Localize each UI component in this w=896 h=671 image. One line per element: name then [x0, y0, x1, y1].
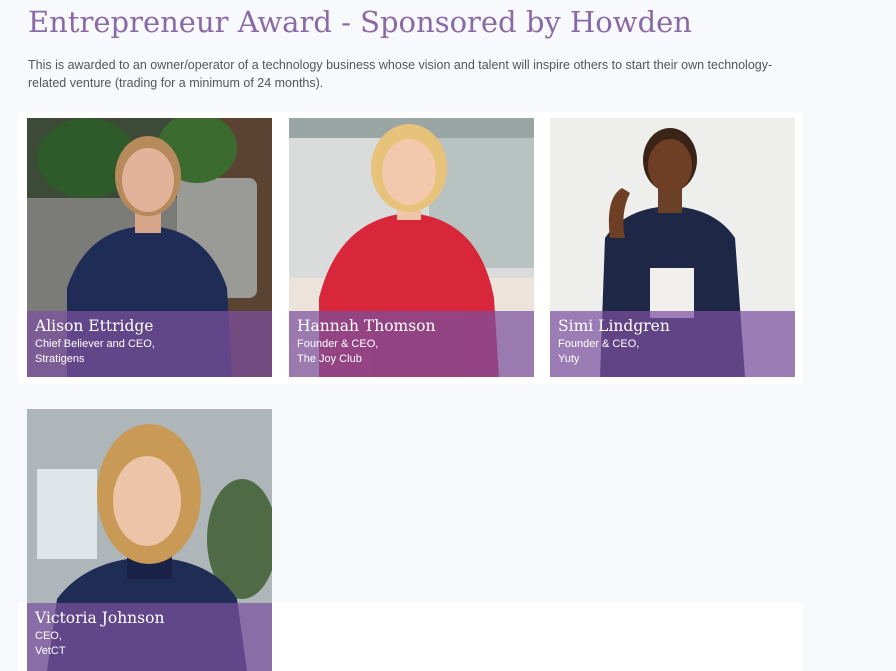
nominee-role: CEO,	[35, 630, 62, 642]
award-title: Entrepreneur Award - Sponsored by Howden	[28, 5, 692, 39]
nominee-card[interactable]: Alison Ettridge Chief Believer and CEO, …	[27, 118, 272, 377]
award-description: This is awarded to an owner/operator of …	[28, 58, 773, 90]
nominee-company: Stratigens	[35, 353, 85, 365]
nominee-role: Chief Believer and CEO,	[35, 338, 155, 350]
nominee-name: Victoria Johnson	[35, 609, 165, 627]
nominee-name: Simi Lindgren	[558, 317, 670, 335]
nominee-company: The Joy Club	[297, 353, 362, 365]
nominee-caption: Hannah Thomson Founder & CEO, The Joy Cl…	[289, 311, 534, 377]
nominee-role: Founder & CEO,	[558, 338, 640, 350]
nominee-caption: Victoria Johnson CEO, VetCT	[27, 603, 272, 671]
nominee-name: Hannah Thomson	[297, 317, 436, 335]
nominee-role: Founder & CEO,	[297, 338, 379, 350]
nominee-name: Alison Ettridge	[35, 317, 154, 335]
nominee-company: VetCT	[35, 645, 66, 657]
nominee-card[interactable]: Simi Lindgren Founder & CEO, Yuty	[550, 118, 795, 377]
nominee-caption: Simi Lindgren Founder & CEO, Yuty	[550, 311, 795, 377]
nominee-company: Yuty	[558, 353, 580, 365]
nominee-card[interactable]: Hannah Thomson Founder & CEO, The Joy Cl…	[289, 118, 534, 377]
nominee-caption: Alison Ettridge Chief Believer and CEO, …	[27, 311, 272, 377]
nominee-card[interactable]: Victoria Johnson CEO, VetCT	[27, 409, 272, 671]
